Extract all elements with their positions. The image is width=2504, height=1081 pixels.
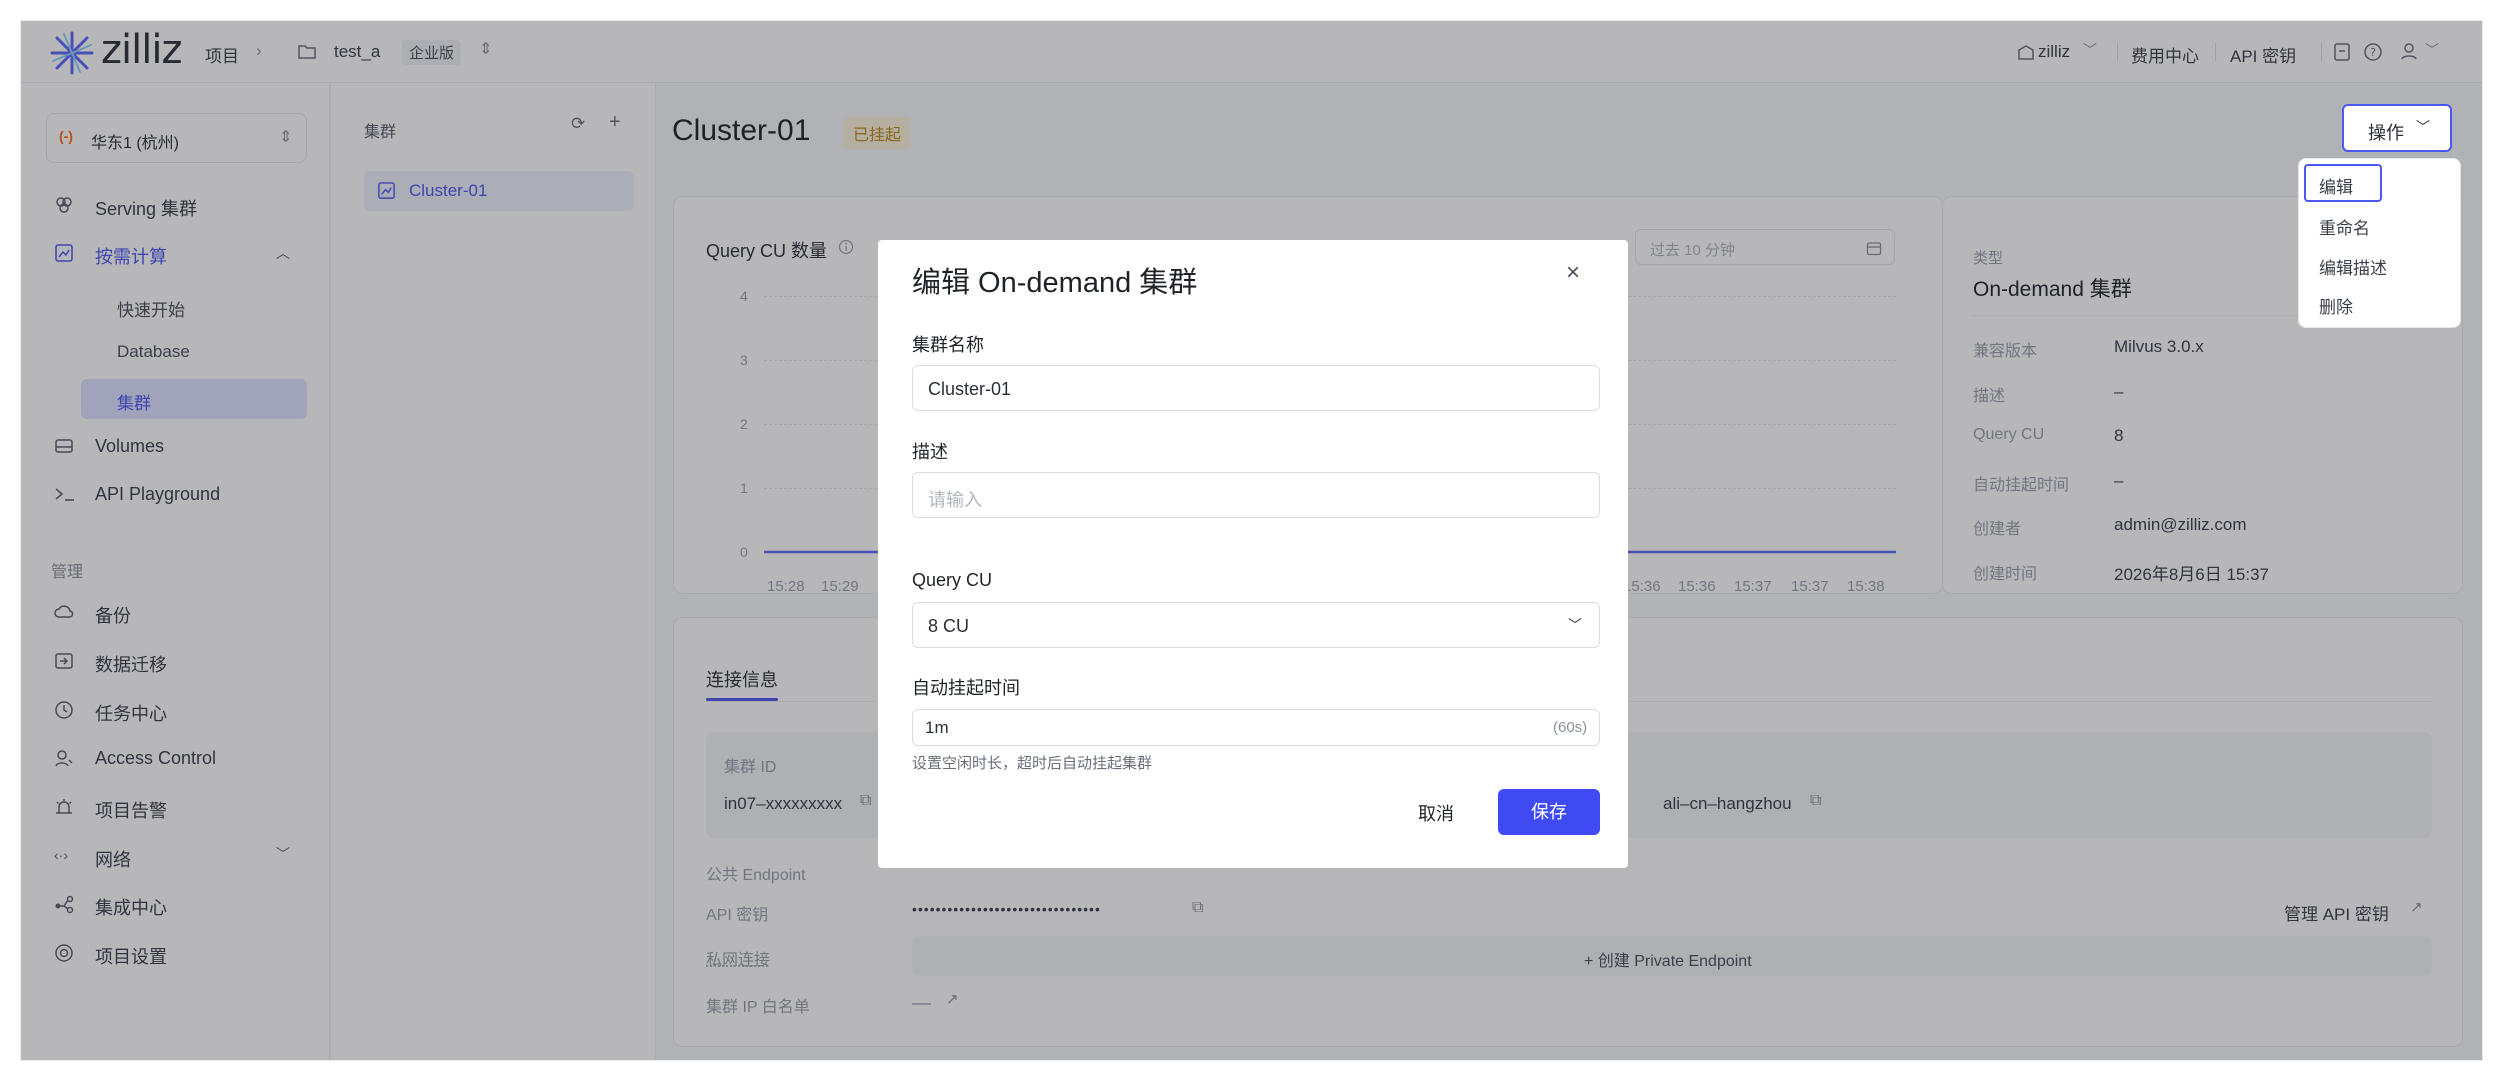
cluster-name-input[interactable]: Cluster-01: [912, 365, 1600, 411]
auto-suspend-unit-hint: (60s): [1553, 719, 1588, 736]
close-icon[interactable]: ×: [1566, 259, 1580, 287]
auto-suspend-help: 设置空闲时长，超时后自动挂起集群: [912, 755, 1153, 772]
description-placeholder: 请输入: [928, 490, 982, 510]
description-input[interactable]: 请输入: [912, 472, 1600, 518]
actions-menu: 编辑 重命名 编辑描述 删除: [2298, 158, 2461, 328]
menu-item-delete[interactable]: 删除: [2319, 293, 2353, 318]
menu-item-edit-description[interactable]: 编辑描述: [2319, 254, 2387, 279]
chevron-down-icon: ﹀: [2416, 119, 2430, 135]
actions-button-label: 操作: [2368, 123, 2404, 143]
name-label: 集群名称: [912, 335, 984, 355]
auto-suspend-label: 自动挂起时间: [912, 678, 1020, 698]
menu-item-rename[interactable]: 重命名: [2319, 214, 2370, 239]
menu-item-edit[interactable]: 编辑: [2319, 173, 2353, 198]
save-button[interactable]: 保存: [1498, 789, 1600, 835]
query-cu-select[interactable]: 8 CU ﹀: [912, 602, 1600, 648]
actions-button[interactable]: 操作 ﹀: [2342, 104, 2452, 152]
auto-suspend-input[interactable]: 1m (60s): [912, 709, 1600, 746]
query-cu-label: Query CU: [912, 570, 993, 590]
description-label: 描述: [912, 442, 948, 462]
chevron-down-icon: ﹀: [1568, 617, 1582, 633]
modal-title: 编辑 On-demand 集群: [912, 267, 1198, 299]
app-window: zilliz 项目 › test_a 企业版 ⇕ zilliz ﹀ 费用中心 A…: [20, 20, 2483, 1061]
cluster-name-value: Cluster-01: [928, 379, 1012, 399]
auto-suspend-value: 1m: [925, 718, 949, 737]
query-cu-value: 8 CU: [928, 616, 970, 636]
edit-cluster-modal: 编辑 On-demand 集群 × 集群名称 Cluster-01 描述 请输入…: [878, 240, 1628, 868]
cancel-button[interactable]: 取消: [1418, 800, 1454, 826]
